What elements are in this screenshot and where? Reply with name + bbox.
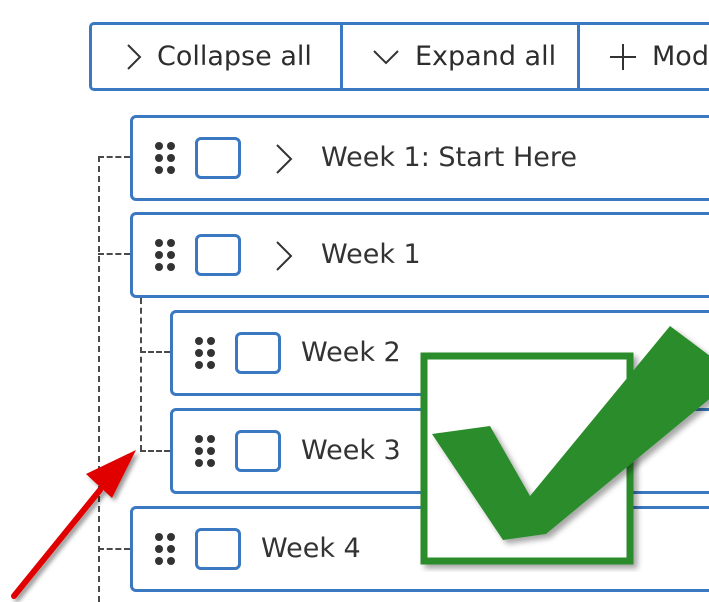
green-checkmark-icon bbox=[418, 322, 709, 572]
chevron-right-icon[interactable] bbox=[271, 142, 299, 176]
add-module-button[interactable]: Mod bbox=[580, 25, 709, 88]
module-checkbox[interactable] bbox=[195, 137, 241, 179]
drag-handle-icon[interactable] bbox=[193, 337, 219, 369]
module-checkbox[interactable] bbox=[235, 430, 281, 472]
module-checkbox[interactable] bbox=[195, 528, 241, 570]
chevron-right-icon[interactable] bbox=[271, 239, 299, 273]
module-row-week-1[interactable]: Week 1 bbox=[130, 212, 709, 298]
module-tree-view: Collapse all Expand all Mod Week 1: Star… bbox=[0, 0, 709, 602]
module-title[interactable]: Week 2 bbox=[301, 313, 401, 393]
expand-all-button[interactable]: Expand all bbox=[343, 25, 580, 88]
module-title[interactable]: Week 1 bbox=[321, 215, 421, 295]
expand-all-label: Expand all bbox=[415, 41, 557, 72]
module-checkbox[interactable] bbox=[235, 332, 281, 374]
red-arrow-icon bbox=[0, 440, 160, 602]
tree-connector-branch bbox=[98, 156, 130, 158]
module-checkbox[interactable] bbox=[195, 234, 241, 276]
tree-connector-branch bbox=[140, 351, 170, 353]
collapse-all-label: Collapse all bbox=[157, 41, 312, 72]
chevron-right-icon bbox=[125, 42, 143, 72]
drag-handle-icon[interactable] bbox=[193, 435, 219, 467]
tree-connector-sub bbox=[140, 298, 142, 451]
plus-icon bbox=[608, 42, 638, 72]
module-toolbar: Collapse all Expand all Mod bbox=[89, 22, 709, 91]
module-title[interactable]: Week 1: Start Here bbox=[321, 118, 577, 198]
module-row-week-1-start-here[interactable]: Week 1: Start Here bbox=[130, 115, 709, 201]
module-title[interactable]: Week 3 bbox=[301, 411, 401, 491]
tree-connector-branch bbox=[98, 253, 130, 255]
add-module-label: Mod bbox=[652, 41, 709, 72]
drag-handle-icon[interactable] bbox=[153, 239, 179, 271]
chevron-down-icon bbox=[371, 48, 401, 66]
module-title[interactable]: Week 4 bbox=[261, 509, 361, 589]
collapse-all-button[interactable]: Collapse all bbox=[92, 25, 343, 88]
drag-handle-icon[interactable] bbox=[153, 142, 179, 174]
